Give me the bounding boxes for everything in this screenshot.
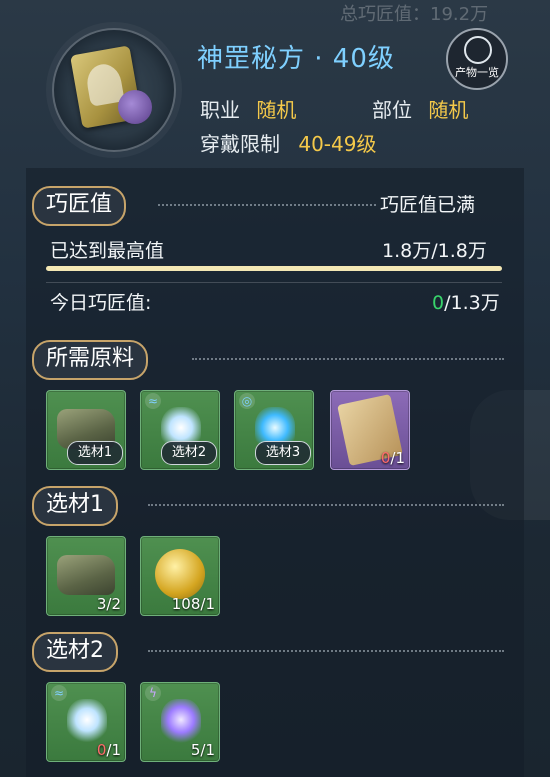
slot-value: 随机 [428, 98, 469, 122]
catalog-button[interactable]: 产物一览 [446, 28, 508, 90]
wear-row: 穿戴限制 40-49级 [200, 128, 376, 157]
coin-icon [155, 549, 205, 599]
slot-count: 3/2 [96, 595, 121, 613]
today-craft-label: 今日巧匠值: [50, 292, 152, 314]
slot-label: 部位 [372, 98, 412, 122]
section-choice1: 选材1 [32, 486, 118, 526]
choice1-slot-stone[interactable]: 3/2 [46, 536, 126, 616]
wind-icon: ≈ [145, 393, 161, 409]
section-divider [192, 358, 504, 360]
slot-count: 0/1 [380, 449, 405, 467]
slot-row: 部位 随机 [372, 94, 468, 123]
crystal-icon [161, 699, 201, 745]
wear-label: 穿戴限制 [200, 132, 280, 156]
slot-tag: 选材3 [255, 441, 311, 465]
catalog-icon [464, 36, 492, 64]
today-craft-value: 0/1.3万 [432, 288, 500, 315]
today-current: 0 [432, 292, 445, 314]
item-header: 神罡秘方 · 40级 产物一览 职业 随机 部位 随机 穿戴限制 40-49级 [0, 0, 550, 170]
craft-progress-bar [46, 266, 502, 271]
choice1-slot-coin[interactable]: 108/1 [140, 536, 220, 616]
choice2-slot-crystal[interactable]: ≈ 0/1 [46, 682, 126, 762]
crystal-icon [67, 699, 107, 745]
section-divider [148, 504, 504, 506]
today-total: /1.3万 [444, 292, 500, 314]
slot-tag: 选材1 [67, 441, 123, 465]
section-divider [148, 650, 504, 652]
material-slot-choice3[interactable]: ◎ 选材3 [234, 390, 314, 470]
craft-max-value: 1.8万/1.8万 [382, 240, 487, 262]
material-slot-scroll[interactable]: 0/1 [330, 390, 410, 470]
section-required-materials: 所需原料 [32, 340, 149, 380]
profession-label: 职业 [200, 98, 240, 122]
stone-icon [57, 555, 115, 595]
section-craft-value: 巧匠值 [32, 186, 127, 226]
slot-count: 0/1 [96, 741, 121, 759]
section-divider [158, 204, 376, 206]
slot-count: 108/1 [171, 595, 215, 613]
divider [46, 282, 502, 283]
item-icon-frame [52, 28, 176, 152]
section-choice2: 选材2 [32, 632, 118, 672]
wind-icon: ≈ [51, 685, 67, 701]
wear-value: 40-49级 [298, 132, 377, 156]
pouch-icon [118, 90, 152, 124]
choice2-slot-crystal-violet[interactable]: ϟ 5/1 [140, 682, 220, 762]
profession-value: 随机 [256, 98, 297, 122]
material-slot-choice2[interactable]: ≈ 选材2 [140, 390, 220, 470]
item-title: 神罡秘方 · 40级 [197, 44, 395, 74]
lightning-icon: ϟ [145, 685, 161, 701]
craft-status: 巧匠值已满 [380, 194, 476, 216]
craft-max-label: 已达到最高值 [50, 240, 165, 262]
slot-tag: 选材2 [161, 441, 217, 465]
material-slot-choice1[interactable]: 选材1 [46, 390, 126, 470]
slot-count: 5/1 [190, 741, 215, 759]
catalog-label: 产物一览 [455, 66, 499, 79]
water-icon: ◎ [239, 393, 255, 409]
profession-row: 职业 随机 [200, 94, 296, 123]
